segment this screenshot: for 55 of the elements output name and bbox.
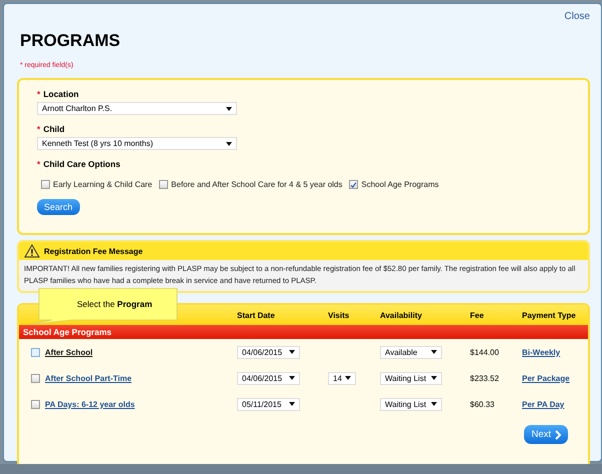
dropdown[interactable]: Kenneth Test (8 yrs 10 months) (37, 137, 237, 150)
search-button[interactable]: Search (37, 199, 80, 215)
checkbox[interactable] (31, 374, 40, 382)
field-label: Child (43, 124, 65, 134)
checkbox-label: Before and After School Care for 4 & 5 year olds (171, 180, 342, 189)
payment-type-link[interactable]: Per Package (522, 374, 570, 382)
availability-dropdown[interactable]: Available (380, 346, 442, 358)
required-mark: * (37, 159, 40, 169)
column-header: Visits (328, 310, 350, 320)
date-dropdown[interactable]: 04/06/2015 (237, 346, 300, 358)
date-dropdown[interactable]: 04/06/2015 (237, 372, 300, 384)
checkbox[interactable] (41, 180, 50, 189)
message-title: Registration Fee Message (44, 246, 143, 256)
caret-icon (289, 350, 295, 354)
checkbox-label: School Age Programs (361, 180, 439, 189)
caret-icon (431, 402, 437, 406)
checkbox[interactable] (159, 180, 168, 189)
visits-dropdown[interactable]: 14 (328, 372, 356, 384)
column-header: Availability (380, 310, 423, 320)
checkbox[interactable] (349, 180, 358, 189)
checkbox[interactable] (31, 400, 40, 408)
caret-icon (289, 402, 295, 406)
program-link[interactable]: After School (45, 348, 93, 356)
field-label: Location (43, 89, 79, 99)
column-header: Start Date (237, 310, 276, 320)
dialog-title: PROGRAMS (20, 31, 122, 51)
tooltip-text: Select the Program (77, 299, 152, 309)
payment-type-link[interactable]: Bi-Weekly (522, 348, 560, 356)
program-link[interactable]: PA Days: 6-12 year olds (45, 400, 135, 408)
section-header: School Age Programs (19, 325, 588, 339)
chevron-icon (555, 430, 561, 440)
caret-icon (226, 106, 232, 110)
warning-icon (24, 244, 40, 258)
field-label: Child Care Options (43, 159, 120, 169)
close-link[interactable]: Close (564, 11, 590, 27)
caret-icon (431, 376, 437, 380)
program-link[interactable]: After School Part-Time (45, 374, 132, 382)
dropdown[interactable]: Arnott Charlton P.S. (37, 102, 237, 115)
checkbox[interactable] (31, 348, 40, 356)
column-header: Fee (470, 310, 485, 320)
caret-icon (226, 142, 232, 146)
checkbox-label: Early Learning & Child Care (53, 180, 152, 189)
caret-icon (345, 376, 351, 380)
required-mark: * (37, 89, 40, 99)
caret-icon (289, 376, 295, 380)
caret-icon (431, 350, 437, 354)
fee-cell-text: $60.33 (470, 400, 496, 408)
date-dropdown[interactable]: 05/11/2015 (237, 398, 300, 410)
column-header: Payment Type (522, 310, 577, 320)
fee-cell-text: $144.00 (470, 348, 500, 356)
availability-dropdown[interactable]: Waiting List (380, 372, 442, 384)
fee-cell-text: $233.52 (470, 374, 500, 382)
payment-type-link[interactable]: Per PA Day (522, 400, 564, 408)
required-mark: * (37, 124, 40, 134)
availability-dropdown[interactable]: Waiting List (380, 398, 442, 410)
